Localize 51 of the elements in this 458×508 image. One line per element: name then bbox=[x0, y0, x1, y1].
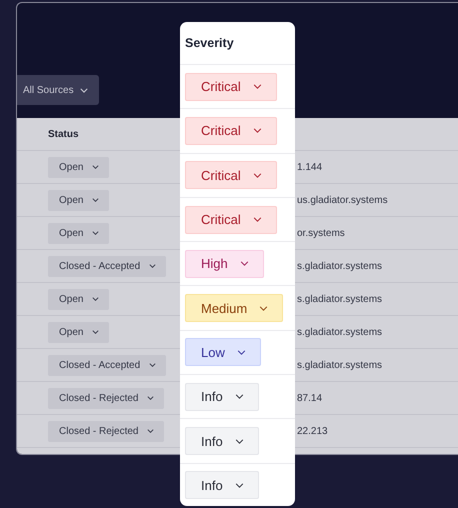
severity-dropdown[interactable]: Medium bbox=[185, 294, 284, 322]
status-dropdown[interactable]: Open bbox=[48, 322, 110, 342]
table-cell: 87.14 bbox=[297, 392, 322, 404]
table-cell: s.gladiator.systems bbox=[297, 294, 382, 304]
table-cell: us.gladiator.systems bbox=[297, 194, 388, 206]
table-cell: 1.144 bbox=[297, 162, 322, 172]
chevron-down-icon bbox=[236, 350, 246, 355]
status-dropdown[interactable]: Closed - Rejected bbox=[48, 420, 164, 442]
column-header: Status bbox=[48, 128, 79, 140]
table-cell: or.systems bbox=[297, 228, 345, 238]
severity-dropdown[interactable]: Info bbox=[185, 427, 259, 456]
status-dropdown[interactable]: Open bbox=[48, 222, 110, 244]
chevron-down-icon bbox=[80, 88, 88, 92]
chevron-down-icon bbox=[252, 172, 262, 178]
status-dropdown[interactable]: Closed - Accepted bbox=[48, 354, 166, 376]
chevron-down-icon bbox=[92, 297, 100, 301]
chevron-down-icon bbox=[234, 438, 244, 444]
status-dropdown[interactable]: Closed - Rejected bbox=[48, 388, 164, 408]
chevron-down-icon bbox=[92, 330, 100, 334]
chevron-down-icon bbox=[234, 482, 244, 488]
chevron-down-icon bbox=[234, 394, 244, 400]
severity-dropdown[interactable]: Low bbox=[185, 338, 261, 366]
severity-dropdown[interactable]: Critical bbox=[185, 161, 277, 190]
chevron-down-icon bbox=[92, 165, 100, 169]
status-dropdown[interactable]: Open bbox=[48, 288, 110, 310]
severity-dropdown[interactable]: Info bbox=[185, 382, 259, 411]
table-cell: s.gladiator.systems bbox=[297, 260, 382, 272]
sources-dropdown[interactable]: All Sources bbox=[17, 75, 99, 105]
chevron-down-icon bbox=[92, 198, 100, 202]
status-dropdown[interactable]: Open bbox=[48, 190, 110, 210]
severity-dropdown[interactable]: Critical bbox=[185, 72, 277, 101]
status-dropdown[interactable]: Closed - Accepted bbox=[48, 256, 166, 276]
severity-dropdown[interactable]: High bbox=[185, 250, 264, 278]
table-cell: s.gladiator.systems bbox=[297, 326, 382, 338]
severity-dropdown[interactable]: Critical bbox=[185, 116, 277, 145]
column-header: Severity bbox=[185, 36, 234, 50]
chevron-down-icon bbox=[147, 429, 154, 433]
chevron-down-icon bbox=[240, 261, 249, 266]
chevron-down-icon bbox=[149, 363, 156, 367]
table-cell: s.gladiator.systems bbox=[297, 360, 382, 370]
severity-dropdown[interactable]: Info bbox=[185, 471, 259, 500]
chevron-down-icon bbox=[252, 128, 262, 134]
table-cell: 22.213 bbox=[297, 426, 328, 436]
chevron-down-icon bbox=[92, 231, 100, 235]
severity-dropdown[interactable]: Critical bbox=[185, 206, 277, 234]
chevron-down-icon bbox=[147, 396, 154, 400]
status-dropdown[interactable]: Open bbox=[48, 156, 110, 178]
chevron-down-icon bbox=[252, 84, 262, 90]
chevron-down-icon bbox=[259, 306, 268, 311]
chevron-down-icon bbox=[252, 217, 262, 222]
chevron-down-icon bbox=[149, 264, 156, 268]
